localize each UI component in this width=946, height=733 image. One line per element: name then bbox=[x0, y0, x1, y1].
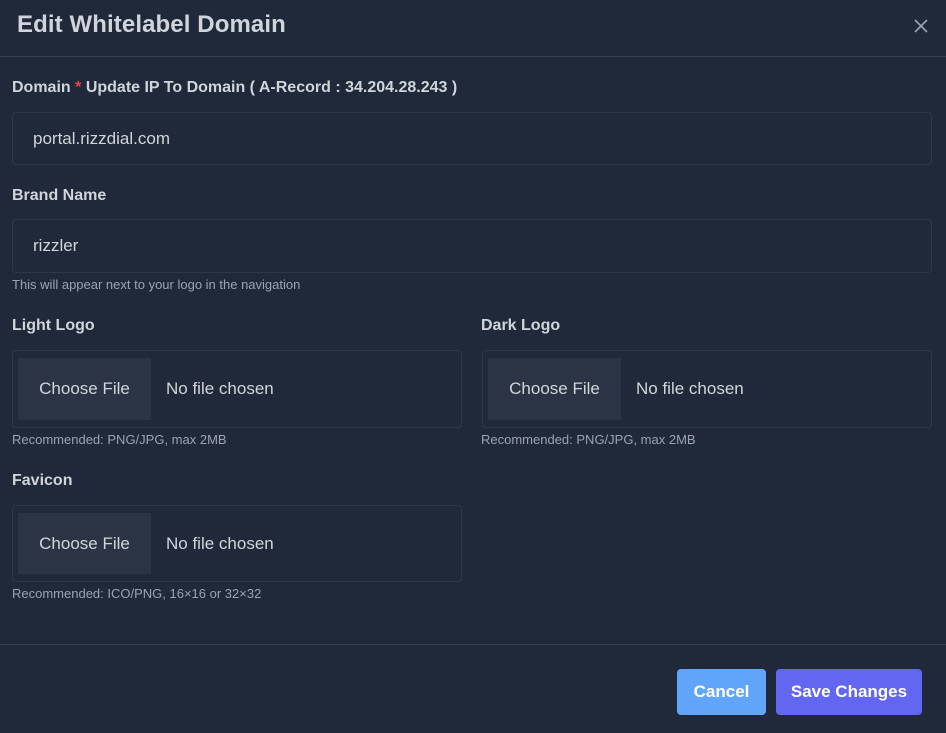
domain-dns-note: Update IP To Domain ( A-Record : 34.204.… bbox=[85, 79, 458, 96]
modal-title: Edit Whitelabel Domain bbox=[17, 11, 286, 38]
dark-logo-file-status: No file chosen bbox=[636, 379, 744, 398]
brand-name-label: Brand Name bbox=[12, 187, 107, 204]
light-logo-file-status: No file chosen bbox=[166, 379, 274, 398]
footer-divider bbox=[0, 644, 946, 645]
dark-logo-file-input[interactable]: Choose File No file chosen bbox=[482, 350, 932, 428]
domain-input-value: portal.rizzdial.com bbox=[33, 128, 170, 148]
domain-label-text: Domain bbox=[12, 79, 71, 96]
brand-name-hint: This will appear next to your logo in th… bbox=[12, 277, 301, 292]
light-logo-hint: Recommended: PNG/JPG, max 2MB bbox=[12, 432, 227, 447]
favicon-file-status: No file chosen bbox=[166, 534, 274, 553]
domain-label: Domain * Update IP To Domain ( A-Record … bbox=[12, 79, 457, 97]
dark-logo-label: Dark Logo bbox=[481, 317, 561, 334]
modal-header: Edit Whitelabel Domain bbox=[0, 0, 946, 57]
brand-name-input-value: rizzler bbox=[33, 236, 79, 255]
favicon-file-input[interactable]: Choose File No file chosen bbox=[12, 505, 462, 582]
dark-logo-choose-file-button[interactable]: Choose File bbox=[488, 358, 621, 420]
light-logo-file-input[interactable]: Choose File No file chosen bbox=[12, 350, 462, 428]
required-mark: * bbox=[75, 79, 82, 96]
save-changes-button[interactable]: Save Changes bbox=[776, 669, 922, 715]
light-logo-label: Light Logo bbox=[12, 317, 95, 334]
favicon-label: Favicon bbox=[12, 472, 73, 489]
edit-whitelabel-domain-modal: Edit Whitelabel Domain Domain * Update I… bbox=[0, 0, 946, 733]
dark-logo-hint: Recommended: PNG/JPG, max 2MB bbox=[481, 432, 696, 447]
domain-input[interactable]: portal.rizzdial.com bbox=[12, 112, 932, 165]
close-icon[interactable] bbox=[910, 15, 932, 37]
favicon-hint: Recommended: ICO/PNG, 16×16 or 32×32 bbox=[12, 586, 262, 601]
light-logo-choose-file-button[interactable]: Choose File bbox=[18, 358, 151, 420]
brand-name-input[interactable]: rizzler bbox=[12, 219, 932, 273]
favicon-choose-file-button[interactable]: Choose File bbox=[18, 513, 151, 574]
cancel-button[interactable]: Cancel bbox=[677, 669, 766, 715]
